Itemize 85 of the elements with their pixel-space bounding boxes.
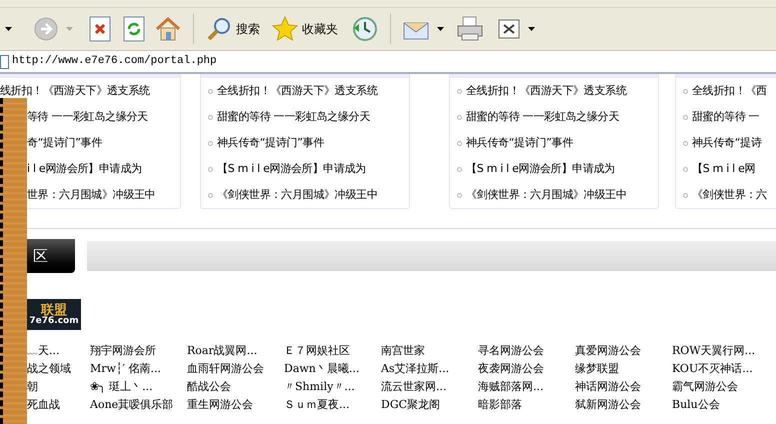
- printer-icon[interactable]: [456, 16, 484, 42]
- search-button[interactable]: 搜索: [206, 16, 260, 42]
- bullet-icon: [457, 140, 462, 146]
- guild-link[interactable]: Bulu公会: [672, 396, 769, 414]
- news-link[interactable]: 线折扣！《西游天下》透支系统: [0, 82, 150, 100]
- news-link[interactable]: 甜蜜的等待 一一彩虹岛之缘分天: [466, 108, 619, 126]
- search-icon: [206, 16, 232, 42]
- bullet-icon: [683, 114, 688, 120]
- guild-link[interactable]: KOU不灭神话...: [672, 360, 769, 378]
- news-link[interactable]: 《剑侠世界：六月围城》冲级王中: [217, 186, 378, 204]
- guild-link[interactable]: Mrw┆′ 佲萳...: [90, 360, 187, 378]
- guild-link[interactable]: DGC聚龙阁: [381, 396, 478, 414]
- logo-domain: 7e76.com: [29, 316, 79, 326]
- guild-link[interactable]: ❀╮ 珽丄丶...: [90, 378, 187, 396]
- caret-icon[interactable]: [528, 27, 535, 31]
- logo-title: 联盟: [41, 304, 67, 316]
- news-link[interactable]: 等待 一一彩虹岛之缘分天: [27, 108, 148, 126]
- guild-link[interactable]: Aone萁嗳俱乐部: [90, 396, 187, 414]
- history-icon[interactable]: [352, 16, 378, 42]
- news-link[interactable]: 【S m i l e网: [692, 160, 756, 178]
- document-icon[interactable]: [498, 19, 520, 39]
- guild-link[interactable]: 南宫世家: [381, 342, 478, 360]
- news-link[interactable]: i l e网游会所】申请成为: [27, 160, 142, 178]
- bullet-icon: [457, 114, 462, 120]
- url-text: http://www.e7e76.com/portal.php: [12, 54, 217, 70]
- guild-link[interactable]: ROW天翼行网...: [672, 342, 769, 360]
- guild-link[interactable]: 死血战: [27, 396, 90, 414]
- guild-link[interactable]: 血雨轩网游公会: [187, 360, 284, 378]
- caret-icon[interactable]: [5, 27, 12, 31]
- page-icon: [0, 54, 9, 68]
- guild-link[interactable]: 流云世家网...: [381, 378, 478, 396]
- favorites-button[interactable]: 收藏夹: [272, 16, 338, 42]
- news-link[interactable]: 甜蜜的等待 一一彩虹岛之缘分天: [217, 108, 370, 126]
- news-link[interactable]: 【S m i l e网游会所】申请成为: [466, 160, 615, 178]
- guild-link[interactable]: Dawn丶晨曦...: [284, 360, 381, 378]
- bullet-icon: [208, 140, 213, 146]
- guild-link[interactable]: 战之领域: [27, 360, 90, 378]
- stop-icon[interactable]: [89, 16, 111, 42]
- guild-link[interactable]: 朝: [27, 378, 90, 396]
- star-icon: [272, 16, 298, 42]
- guild-link[interactable]: 真爱网游公会: [575, 342, 672, 360]
- home-icon[interactable]: [155, 16, 181, 42]
- bullet-icon: [683, 166, 688, 172]
- news-link[interactable]: 奇“提诗门”事件: [27, 134, 102, 152]
- bullet-icon: [208, 192, 213, 198]
- news-link[interactable]: 世界：六月围城》冲级王中: [27, 186, 156, 204]
- guild-link[interactable]: Roar战翼网...: [187, 342, 284, 360]
- news-link[interactable]: 全线折扣！《西游天下》透支系统: [466, 82, 627, 100]
- guild-link[interactable]: Ｓｕｍ夏夜...: [284, 396, 381, 414]
- guild-link[interactable]: 神话网游公会: [575, 378, 672, 396]
- news-link[interactable]: 神兵传奇“提诗门”事件: [217, 134, 324, 152]
- guild-link[interactable]: 弑新网游公会: [575, 396, 672, 414]
- bullet-icon: [208, 88, 213, 94]
- guild-link[interactable]: Ｅ７网娱社区: [284, 342, 381, 360]
- guild-link[interactable]: 海贼部落网...: [478, 378, 575, 396]
- guild-link[interactable]: 夜袭网游公会: [478, 360, 575, 378]
- guild-link[interactable]: ﹏天...: [27, 342, 90, 360]
- bullet-icon: [457, 88, 462, 94]
- guild-link[interactable]: 酷战公会: [187, 378, 284, 396]
- guild-link[interactable]: 寻名网游公会: [478, 342, 575, 360]
- guild-link[interactable]: 缘梦联盟: [575, 360, 672, 378]
- news-link[interactable]: 《剑侠世界：六月围城》冲级王中: [466, 186, 627, 204]
- news-link[interactable]: 全线折扣！《西游天下》透支系统: [217, 82, 378, 100]
- guild-link[interactable]: 〃Shmily〃...: [284, 378, 381, 396]
- guild-link[interactable]: 翔宇网游会所: [90, 342, 187, 360]
- guild-link[interactable]: 暗影部落: [478, 396, 575, 414]
- bullet-icon: [683, 140, 688, 146]
- guild-link[interactable]: 霸气网游公会: [672, 378, 769, 396]
- bullet-icon: [683, 88, 688, 94]
- news-link[interactable]: 【S m i l e网游会所】申请成为: [217, 160, 366, 178]
- guild-link[interactable]: 重生网游公会: [187, 396, 284, 414]
- news-link[interactable]: 全线折扣！《西: [692, 82, 767, 100]
- bullet-icon: [208, 114, 213, 120]
- news-link[interactable]: 甜蜜的等待 一: [692, 108, 760, 126]
- news-link[interactable]: 神兵传奇“提诗门”事件: [466, 134, 574, 152]
- news-link[interactable]: 《剑侠世界：六: [692, 186, 767, 204]
- tab[interactable]: 区: [27, 239, 75, 273]
- caret-icon[interactable]: [437, 27, 444, 31]
- bullet-icon: [457, 166, 462, 172]
- bullet-icon: [457, 192, 462, 198]
- guild-link[interactable]: As艾泽拉斯...: [381, 360, 478, 378]
- refresh-icon[interactable]: [123, 16, 145, 42]
- bullet-icon: [683, 192, 688, 198]
- news-link[interactable]: 神兵传奇“提诗: [692, 134, 762, 152]
- bullet-icon: [208, 166, 213, 172]
